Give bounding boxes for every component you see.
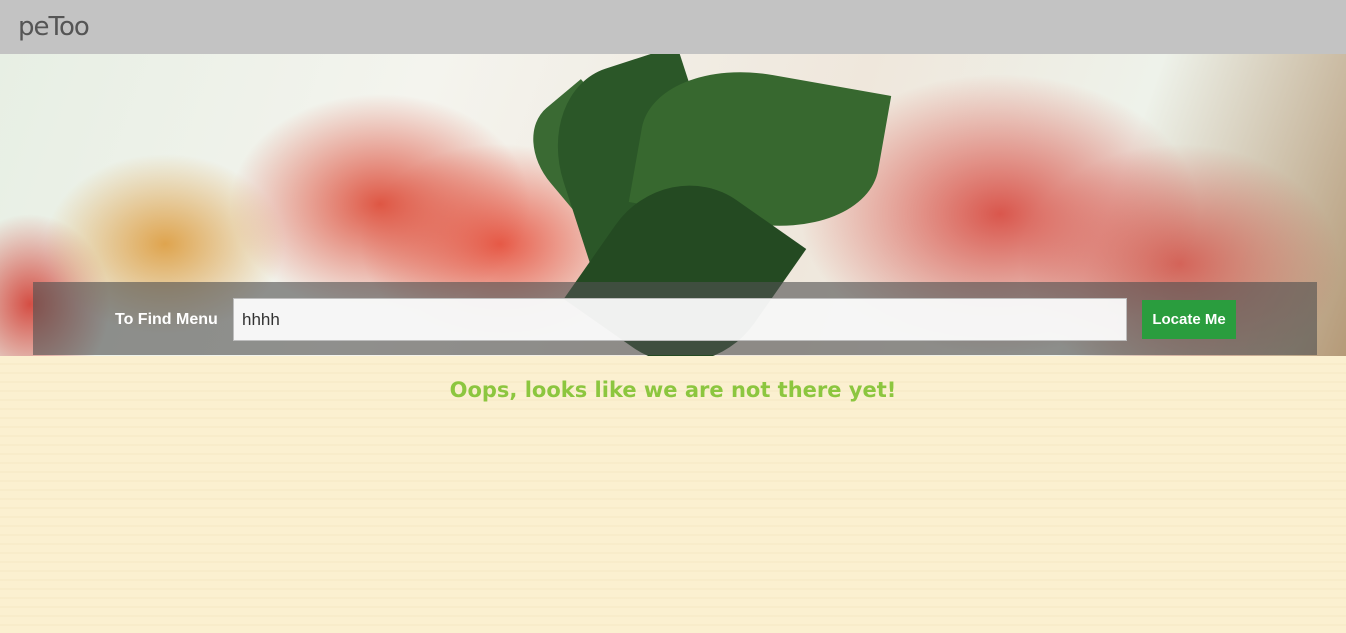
locate-me-button[interactable]: Locate Me xyxy=(1142,300,1236,339)
app-logo[interactable]: peToo xyxy=(18,12,90,42)
top-navbar: peToo xyxy=(0,0,1346,54)
search-label: To Find Menu xyxy=(115,311,218,328)
main-content: Oops, looks like we are not there yet! xyxy=(0,356,1346,633)
not-available-message: Oops, looks like we are not there yet! xyxy=(449,378,897,402)
location-search-input[interactable] xyxy=(233,298,1127,341)
